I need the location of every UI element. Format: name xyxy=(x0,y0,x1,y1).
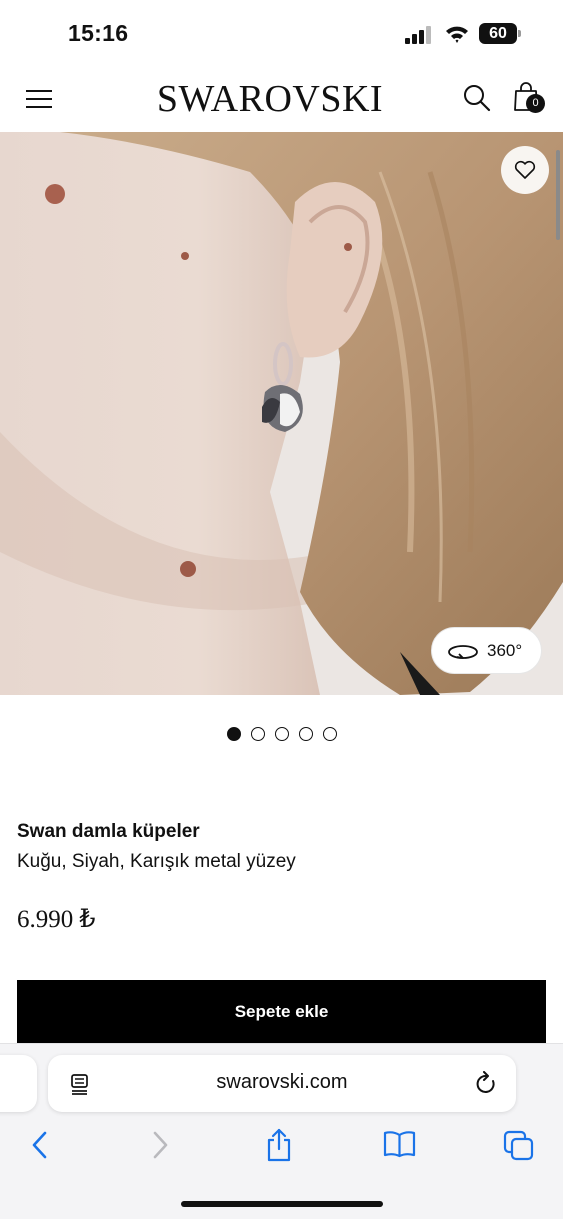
status-time: 15:16 xyxy=(68,20,129,46)
add-to-cart-button[interactable]: Sepete ekle xyxy=(17,980,546,1044)
product-name: Swan damla küpeler xyxy=(17,821,200,842)
cart-count-badge: 0 xyxy=(526,94,545,113)
battery-tip xyxy=(518,30,521,37)
status-bar: 15:16 60 xyxy=(0,0,563,66)
pagination-dot-4[interactable] xyxy=(299,727,313,741)
product-photo xyxy=(0,132,563,695)
reload-icon[interactable] xyxy=(474,1071,498,1097)
pagination-dot-3[interactable] xyxy=(275,727,289,741)
share-icon[interactable] xyxy=(266,1128,292,1162)
product-price: 6.990 ₺ xyxy=(17,906,96,933)
browser-toolbar: swarovski.com xyxy=(0,1043,563,1219)
forward-icon[interactable] xyxy=(152,1130,170,1160)
tabs-icon[interactable] xyxy=(503,1130,534,1161)
product-gallery[interactable]: 360° xyxy=(0,132,563,695)
cellular-signal-icon xyxy=(405,26,431,44)
heart-icon xyxy=(514,160,536,179)
battery-indicator: 60 xyxy=(479,23,522,44)
pagination-dot-1[interactable] xyxy=(227,727,241,741)
wishlist-button[interactable] xyxy=(501,146,549,194)
product-variant: Kuğu, Siyah, Karışık metal yüzey xyxy=(17,851,296,872)
rotate-360-icon xyxy=(448,645,478,659)
view-360-button[interactable]: 360° xyxy=(431,627,542,674)
bookmarks-icon[interactable] xyxy=(383,1130,416,1158)
hamburger-menu-icon[interactable] xyxy=(26,88,52,110)
search-icon[interactable] xyxy=(463,84,491,112)
scroll-indicator xyxy=(556,150,560,240)
battery-level: 60 xyxy=(479,23,517,44)
home-indicator xyxy=(181,1201,383,1207)
address-bar[interactable]: swarovski.com xyxy=(48,1055,516,1112)
pagination-dot-5[interactable] xyxy=(323,727,337,741)
gallery-pagination xyxy=(227,727,337,741)
pagination-dot-2[interactable] xyxy=(251,727,265,741)
view-360-label: 360° xyxy=(487,641,523,660)
previous-tab-preview[interactable] xyxy=(0,1055,37,1112)
back-icon[interactable] xyxy=(30,1130,48,1160)
url-text[interactable]: swarovski.com xyxy=(48,1071,516,1094)
wifi-icon xyxy=(446,26,468,43)
site-header: SWAROVSKI 0 xyxy=(0,66,563,132)
brand-logo[interactable]: SWAROVSKI xyxy=(140,77,400,121)
